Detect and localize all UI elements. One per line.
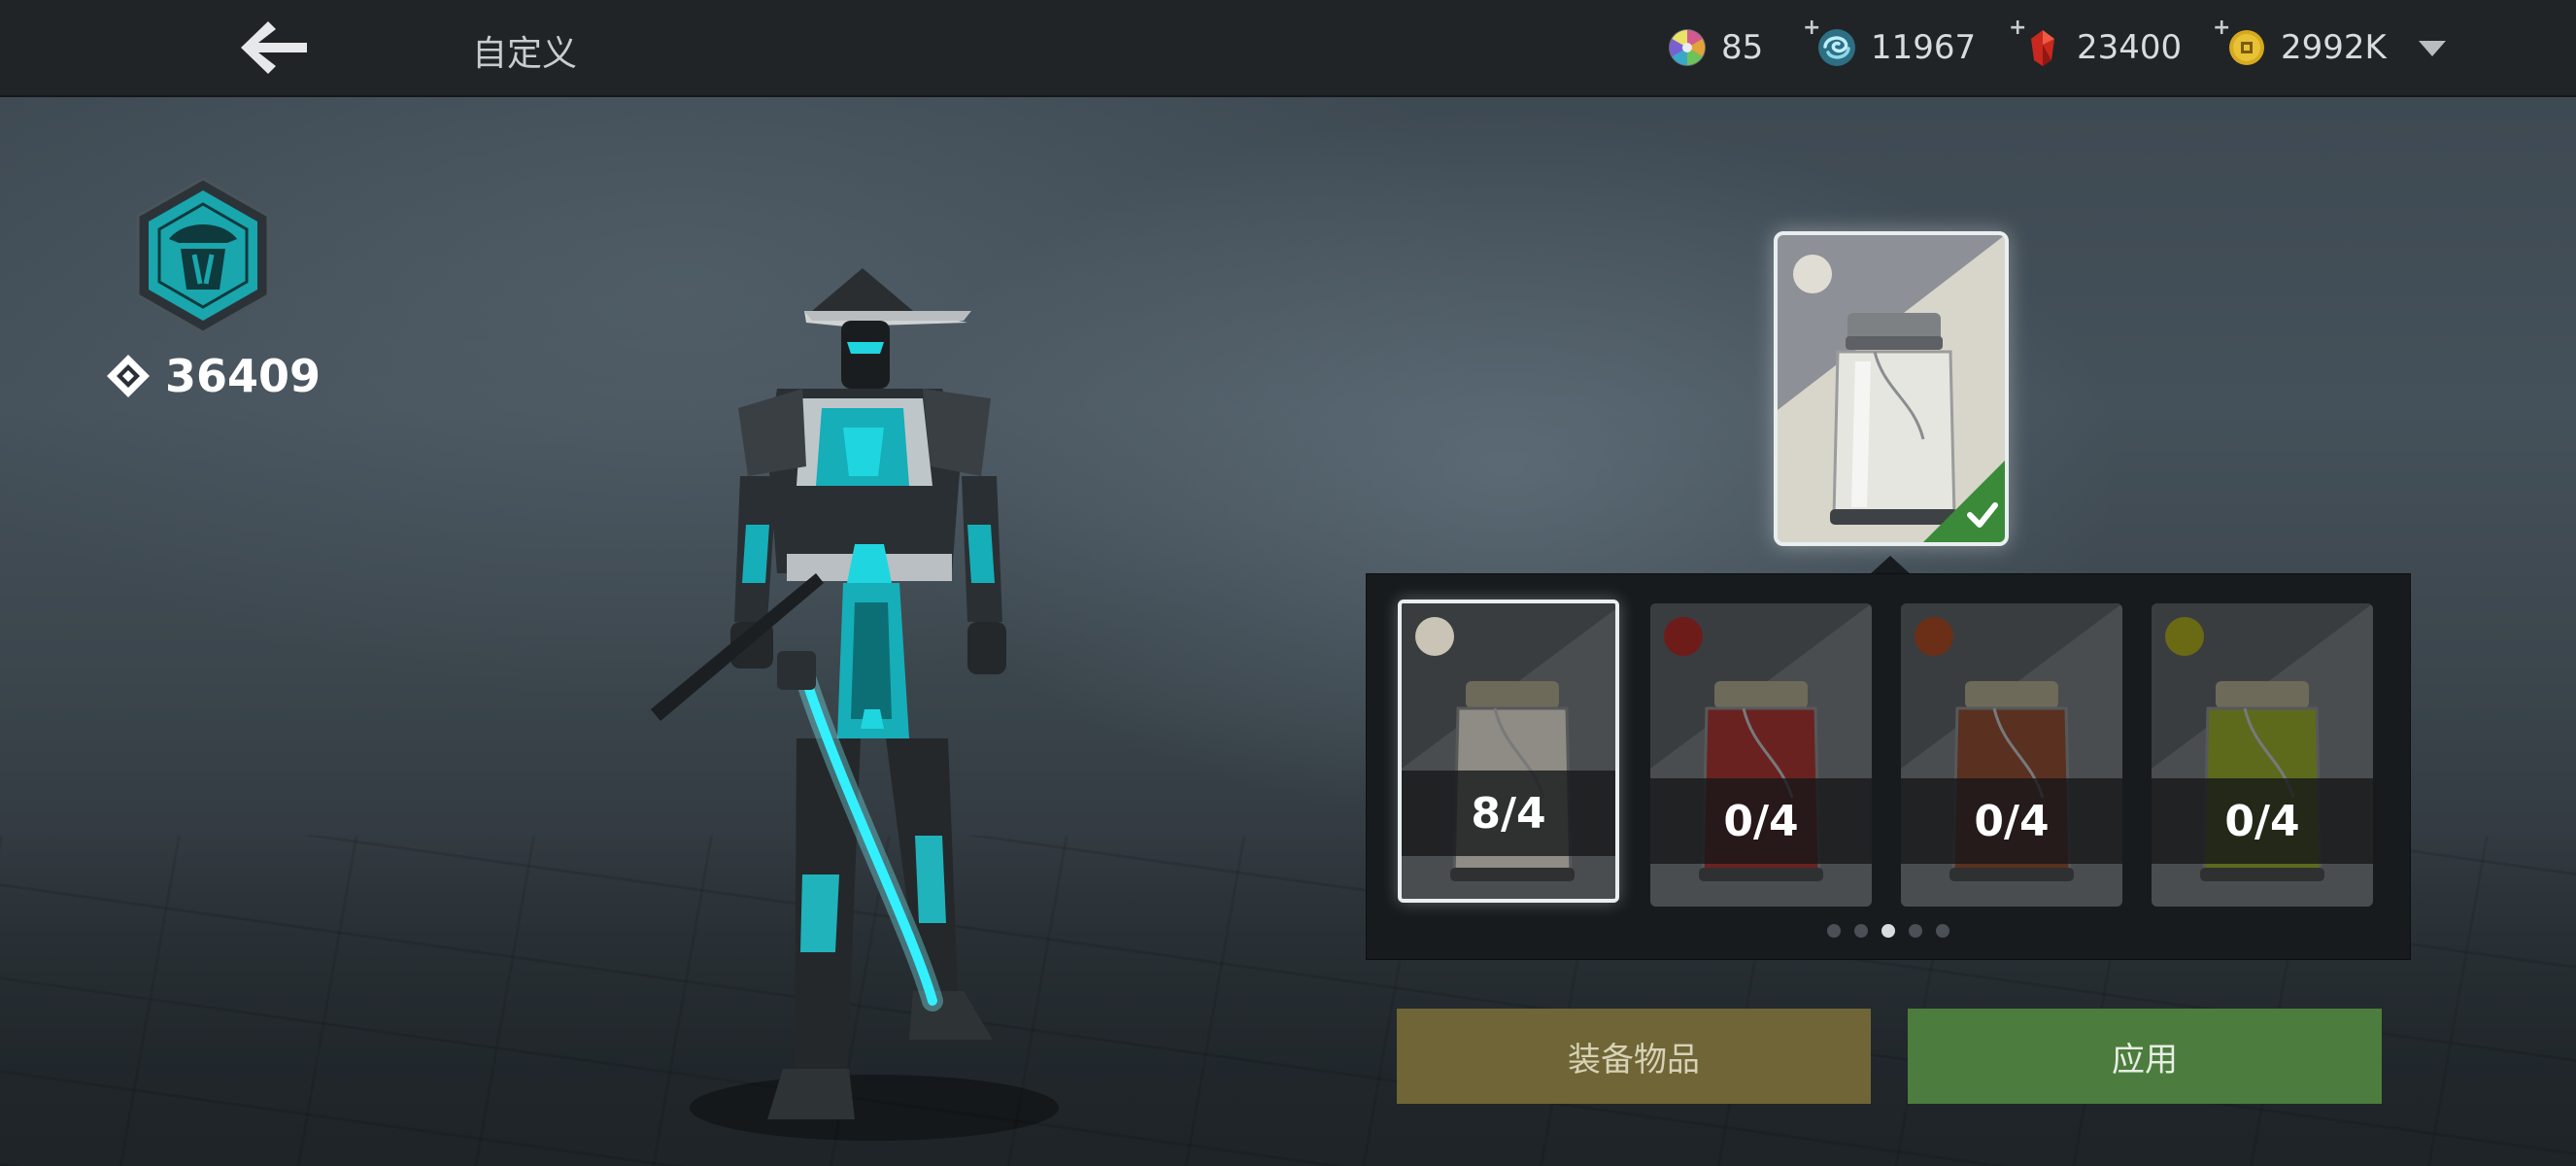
- power-diamond-icon: [107, 355, 150, 397]
- item-count: 0/4: [1901, 778, 2122, 864]
- page-indicator[interactable]: [1367, 924, 2410, 938]
- chevron-down-icon: [2419, 41, 2446, 56]
- rarity-dot: [1664, 617, 1703, 656]
- inventory-item[interactable]: 8/4: [1398, 600, 1619, 903]
- inventory-item[interactable]: 0/4: [1901, 603, 2122, 907]
- item-selection-panel: 8/4 0/4 0/4 0/4: [1366, 573, 2411, 960]
- ninja-character: [651, 268, 1059, 1141]
- selection-pointer: [1869, 556, 1912, 575]
- page-dot[interactable]: [1854, 924, 1868, 938]
- page-dot[interactable]: [1909, 924, 1922, 938]
- swirl-orb-icon: [1818, 29, 1855, 66]
- top-bar: 自定义 85 + 11967 + 23400 + 2992K: [0, 0, 2576, 97]
- back-arrow-icon: [241, 21, 307, 74]
- red-gem-icon: [2031, 30, 2054, 66]
- color-wheel-icon: [1669, 29, 1706, 66]
- glass-jar-icon: [1778, 235, 2005, 542]
- item-count: 0/4: [2152, 778, 2373, 864]
- plus-icon[interactable]: +: [2213, 16, 2230, 40]
- back-button[interactable]: [225, 14, 322, 82]
- equip-item-button[interactable]: 装备物品: [1397, 1009, 1871, 1104]
- currency-energy[interactable]: + 11967: [1803, 16, 1976, 74]
- rarity-dot: [2165, 617, 2204, 656]
- currency-coins[interactable]: + 2992K: [2213, 16, 2387, 74]
- inventory-item[interactable]: 0/4: [2152, 603, 2373, 907]
- inventory-item[interactable]: 0/4: [1650, 603, 1872, 907]
- currency-chroma[interactable]: 85: [1667, 21, 1763, 74]
- menu-dropdown-button[interactable]: [2413, 35, 2452, 62]
- item-count: 0/4: [1650, 778, 1872, 864]
- clan-emblem-icon[interactable]: [130, 175, 276, 336]
- rarity-dot: [1415, 617, 1454, 656]
- page-title: 自定义: [472, 34, 578, 74]
- apply-button[interactable]: 应用: [1908, 1009, 2382, 1104]
- power-score: 36409: [105, 350, 321, 402]
- gold-coin-icon: [2229, 30, 2264, 65]
- rarity-dot: [1915, 617, 1953, 656]
- selected-item-card[interactable]: [1774, 231, 2009, 546]
- page-dot[interactable]: [1827, 924, 1841, 938]
- page-dot[interactable]: [1936, 924, 1949, 938]
- plus-icon[interactable]: +: [2009, 16, 2026, 40]
- item-count: 8/4: [1402, 771, 1615, 856]
- currency-gems[interactable]: + 23400: [2009, 16, 2182, 74]
- plus-icon[interactable]: +: [1803, 16, 1820, 40]
- page-dot[interactable]: [1881, 924, 1895, 938]
